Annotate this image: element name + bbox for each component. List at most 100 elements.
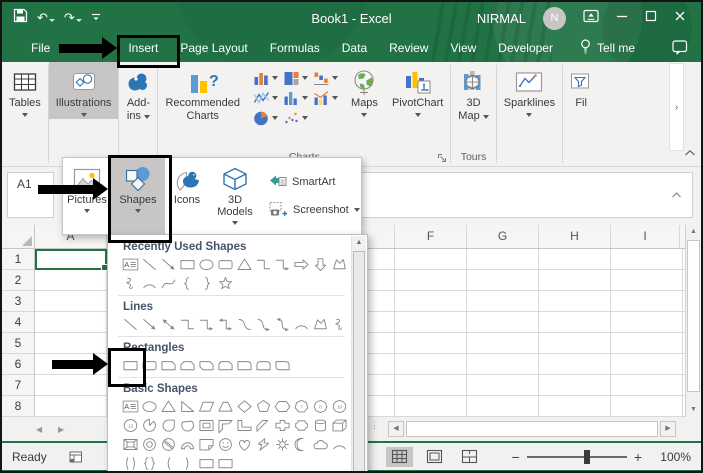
illustrations-button[interactable]: Illustrations	[49, 62, 119, 119]
shape-rectangle[interactable]	[121, 356, 140, 375]
formula-bar-expand-icon[interactable]	[671, 186, 682, 204]
shape-elbow-connector[interactable]	[178, 315, 197, 334]
sparklines-button[interactable]: Sparklines	[497, 62, 562, 119]
undo-button[interactable]: ↶	[37, 9, 55, 27]
comment-icon[interactable]	[672, 40, 688, 59]
shape-trapezoid[interactable]	[216, 397, 235, 416]
shape-hexagon[interactable]	[273, 397, 292, 416]
tables-button[interactable]: Tables	[2, 62, 48, 119]
row-header-6[interactable]: 6	[2, 354, 34, 375]
shape-cloud[interactable]	[311, 435, 330, 454]
sheet-prev-icon[interactable]: ◀	[36, 425, 42, 434]
tab-developer[interactable]: Developer	[487, 34, 564, 62]
3d-map-button[interactable]: 3D Map	[451, 62, 495, 125]
splitter-dots[interactable]: ⋮	[370, 421, 380, 429]
shape-curved-double-arrow-connector[interactable]	[273, 315, 292, 334]
column-header-g[interactable]: G	[467, 225, 539, 248]
shape-star[interactable]	[216, 274, 235, 293]
shape-triangle[interactable]	[159, 397, 178, 416]
vertical-scroll-thumb[interactable]	[687, 240, 700, 392]
shape-oval[interactable]	[197, 255, 216, 274]
zoom-out-button[interactable]: −	[505, 449, 527, 465]
redo-button[interactable]: ↷	[64, 9, 82, 27]
pie-chart-button[interactable]	[253, 109, 278, 127]
shape-oval[interactable]	[140, 397, 159, 416]
shape-snip-same-side-corners[interactable]	[178, 356, 197, 375]
shape-no-symbol[interactable]	[159, 435, 178, 454]
select-all-corner[interactable]	[2, 225, 35, 248]
add-ins-button[interactable]: Add- ins	[119, 62, 157, 125]
save-icon[interactable]	[13, 8, 28, 28]
shape-elbow-connector[interactable]	[254, 255, 273, 274]
tab-file[interactable]: File	[20, 34, 61, 62]
zoom-value[interactable]: 100%	[649, 450, 691, 464]
row-header-8[interactable]: 8	[2, 396, 34, 417]
shape-right-brace[interactable]	[216, 454, 235, 473]
shape-text-box[interactable]: A	[121, 255, 140, 274]
formula-bar[interactable]	[358, 172, 693, 218]
customize-quick-access-icon[interactable]	[91, 9, 101, 27]
ribbon-display-options-icon[interactable]	[583, 9, 599, 28]
vertical-scrollbar[interactable]: ▲ ▼	[685, 225, 701, 417]
shape-cross[interactable]	[273, 416, 292, 435]
column-chart-button[interactable]	[253, 69, 278, 87]
filters-button[interactable]: Fil	[563, 62, 599, 112]
shape-elbow-arrow-connector[interactable]	[197, 315, 216, 334]
shape-folded-corner[interactable]	[197, 435, 216, 454]
shape-brace-right[interactable]	[197, 274, 216, 293]
shape-line[interactable]	[140, 255, 159, 274]
shape-half-frame[interactable]	[216, 416, 235, 435]
pivotchart-button[interactable]: PivotChart	[385, 62, 450, 119]
shape-brace-left[interactable]	[178, 274, 197, 293]
scatter-chart-button[interactable]	[283, 109, 308, 127]
column-header-f[interactable]: F	[395, 225, 467, 248]
icons-button[interactable]: Icons	[165, 158, 209, 234]
shape-curved-connector[interactable]	[235, 315, 254, 334]
shape-left-bracket[interactable]	[159, 454, 178, 473]
shape-pentagon[interactable]	[254, 397, 273, 416]
shape-scribble[interactable]	[121, 274, 140, 293]
shape-round-same-side-corners[interactable]	[254, 356, 273, 375]
view-page-break-icon[interactable]	[456, 447, 483, 467]
dialog-launcher-icon[interactable]	[437, 153, 447, 166]
tab-insert[interactable]: Insert	[117, 34, 169, 62]
scroll-right-icon[interactable]: ▶	[660, 421, 676, 437]
zoom-slider-thumb[interactable]	[584, 450, 590, 464]
shape-lightning-bolt[interactable]	[254, 435, 273, 454]
shape-block-arc[interactable]	[178, 435, 197, 454]
shape-decagon[interactable]: 10	[330, 397, 349, 416]
shape-line-double-arrow[interactable]	[159, 315, 178, 334]
tell-me-box[interactable]: Tell me	[580, 39, 635, 57]
shape-text-box[interactable]: A	[121, 397, 140, 416]
shape-heart[interactable]	[235, 435, 254, 454]
tab-review[interactable]: Review	[378, 34, 439, 62]
shape-pie[interactable]	[140, 416, 159, 435]
shape-parallelogram[interactable]	[197, 397, 216, 416]
shape-plaque[interactable]	[292, 416, 311, 435]
shape-frame[interactable]	[197, 416, 216, 435]
view-normal-icon[interactable]	[386, 447, 413, 467]
column-header-i[interactable]: I	[611, 225, 680, 248]
shape-curved-arrow-connector[interactable]	[254, 315, 273, 334]
scroll-up-icon[interactable]: ▲	[686, 225, 701, 239]
shape-snip-diagonal-corners[interactable]	[197, 356, 216, 375]
tab-page-layout[interactable]: Page Layout	[169, 34, 258, 62]
row-header-3[interactable]: 3	[2, 291, 34, 312]
shape-rounded-rectangle[interactable]	[216, 255, 235, 274]
flyout-scroll-thumb[interactable]	[353, 251, 365, 473]
shape-arrow-right[interactable]	[292, 255, 311, 274]
ribbon-scroll-right[interactable]: ›	[669, 63, 684, 151]
scroll-up-icon[interactable]: ▲	[352, 236, 366, 250]
shape-chord[interactable]	[178, 416, 197, 435]
maps-button[interactable]: Maps	[344, 62, 385, 119]
name-box[interactable]: A1	[7, 172, 54, 218]
shape-rectangle[interactable]	[178, 255, 197, 274]
shape-left-brace[interactable]	[197, 454, 216, 473]
shape-triangle[interactable]	[235, 255, 254, 274]
shape-l-shape[interactable]	[235, 416, 254, 435]
row-header-2[interactable]: 2	[2, 270, 34, 291]
shape-snip-round-single-corner[interactable]	[216, 356, 235, 375]
shape-teardrop[interactable]	[159, 416, 178, 435]
shape-octagon[interactable]: 8	[311, 397, 330, 416]
waterfall-chart-button[interactable]	[313, 69, 338, 87]
